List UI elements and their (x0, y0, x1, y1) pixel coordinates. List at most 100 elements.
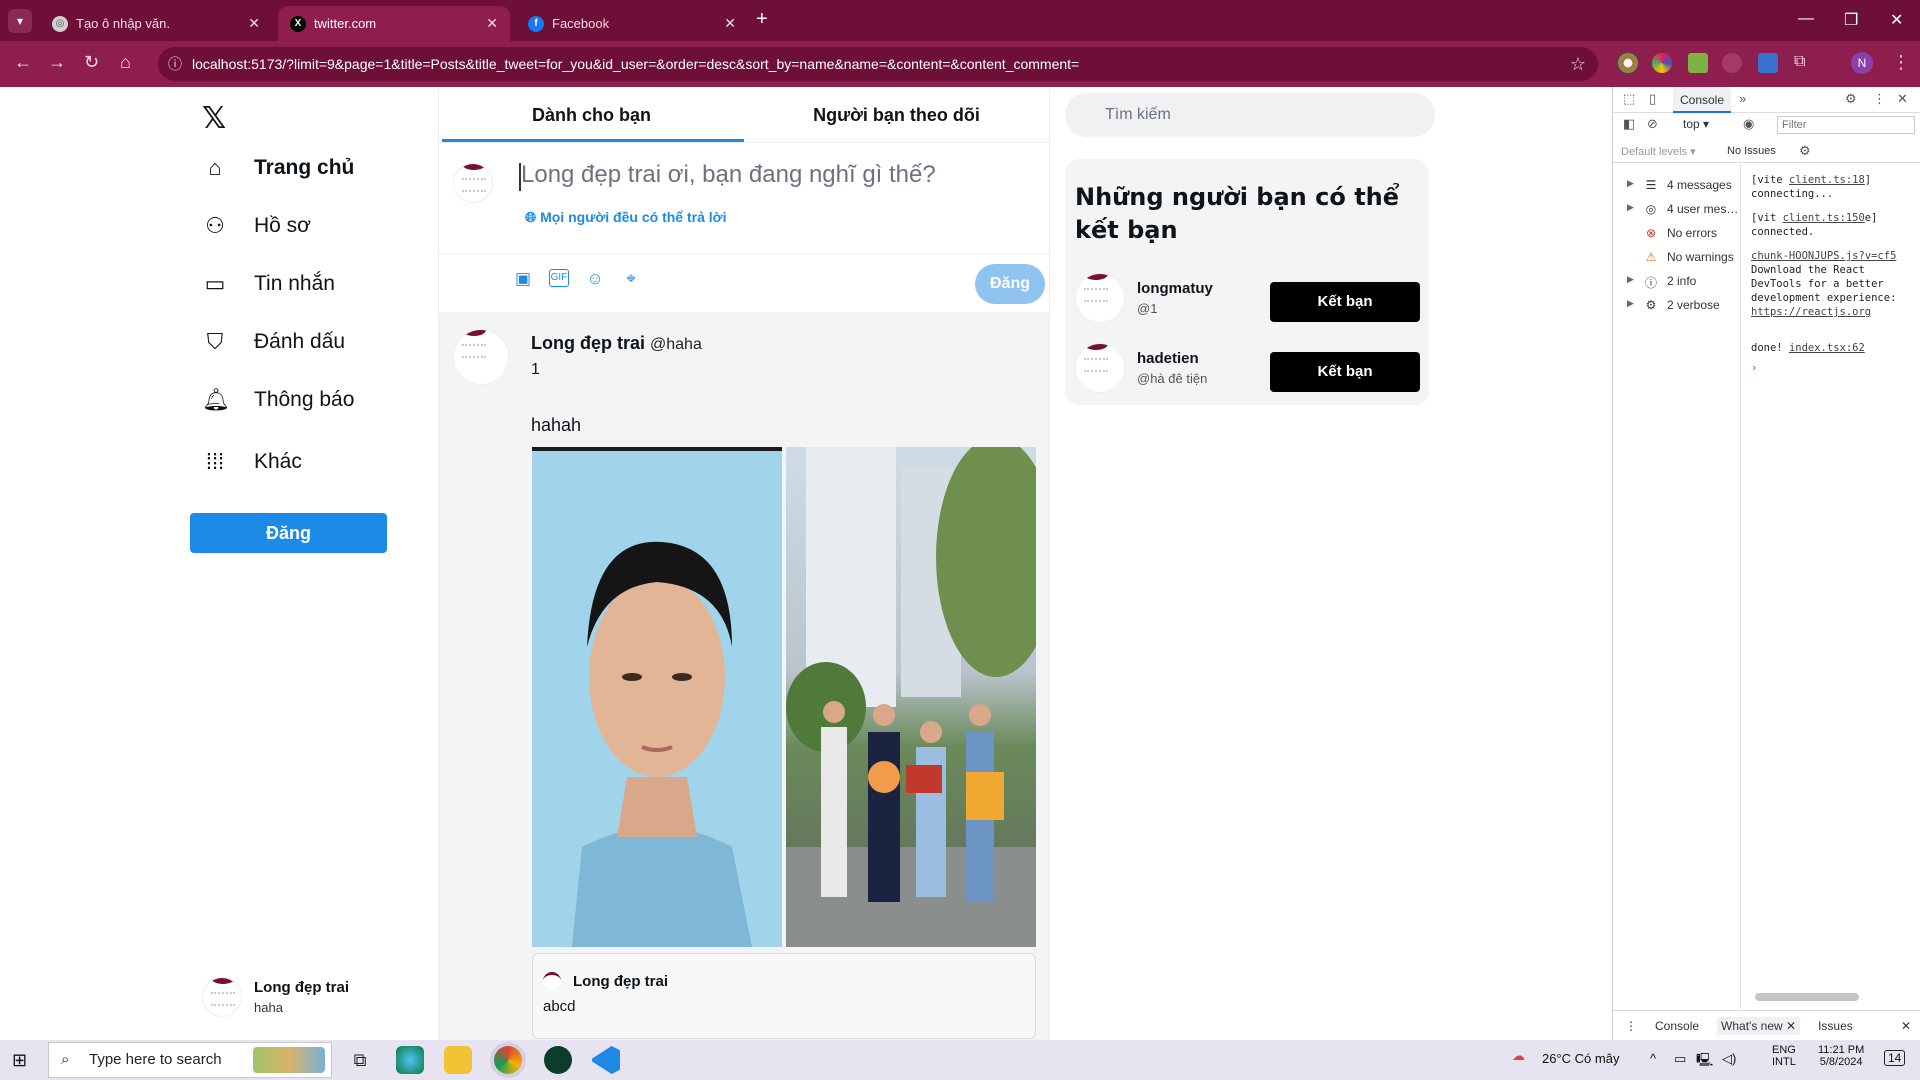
sidebar-item-notifications[interactable]: 🔔︎ Thông báo (202, 387, 354, 413)
minimize-icon[interactable]: — (1798, 10, 1814, 28)
vscode-icon[interactable] (592, 1046, 620, 1074)
extensions-puzzle-icon[interactable]: ⧉ (1794, 53, 1814, 73)
source-link[interactable]: client.ts:18 (1789, 174, 1865, 186)
file-explorer-icon[interactable] (444, 1046, 472, 1074)
mongodb-compass-icon[interactable] (544, 1046, 572, 1074)
location-icon[interactable]: ⌖ (621, 269, 641, 289)
context-select[interactable]: top ▾ (1683, 117, 1709, 131)
sidebar-toggle-icon[interactable]: ◧ (1623, 116, 1635, 132)
eye-icon[interactable]: ◉ (1743, 116, 1754, 132)
drawer-tab-whats-new[interactable]: What's new ✕ (1717, 1016, 1801, 1035)
sidebar-item-messages[interactable]: ▭ Tin nhắn (202, 271, 335, 297)
inspect-icon[interactable]: ⬚ (1623, 91, 1635, 107)
tray-chevron-icon[interactable]: ^ (1650, 1051, 1656, 1066)
taskbar-search-input[interactable]: ⌕ Type here to search (48, 1042, 332, 1078)
close-icon[interactable]: ✕ (486, 15, 498, 32)
emoji-icon[interactable]: ☺ (585, 269, 605, 289)
group-verbose[interactable]: ▶ ⚙ 2 verbose (1627, 298, 1720, 312)
search-input[interactable]: Tìm kiếm (1065, 93, 1435, 137)
log-levels-select[interactable]: Default levels ▾ (1621, 145, 1696, 158)
windows-start-icon[interactable]: ⊞ (12, 1050, 27, 1071)
tweet-card[interactable]: Long đẹp trai @haha 1 hahah Long đẹp tra… (439, 313, 1049, 1040)
group-user-messages[interactable]: ▶ ◎ 4 user mes… (1627, 202, 1738, 216)
clear-console-icon[interactable]: ⊘ (1647, 116, 1658, 132)
console-settings-icon[interactable]: ⚙ (1799, 143, 1811, 159)
drawer-menu-icon[interactable]: ⋮ (1625, 1019, 1637, 1033)
back-icon[interactable]: ← (14, 52, 32, 73)
new-tab-icon[interactable]: + (756, 8, 768, 31)
post-button[interactable]: Đăng (190, 513, 387, 553)
input-language[interactable]: ENG INTL (1772, 1044, 1796, 1068)
task-view-icon[interactable]: ⧉ (346, 1046, 374, 1074)
source-link[interactable]: chunk-HOONJUPS.js?v=cf5 (1751, 249, 1911, 263)
kebab-menu-icon[interactable]: ⋮ (1873, 91, 1886, 107)
close-devtools-icon[interactable]: ✕ (1897, 91, 1908, 107)
tab-facebook[interactable]: f Facebook ✕ (516, 6, 748, 41)
sidebar-item-bookmarks[interactable]: ⛉ Đánh dấu (202, 329, 345, 355)
weather-text[interactable]: 26°C Có mây (1542, 1051, 1619, 1066)
avatar[interactable] (453, 329, 509, 385)
tab-search-icon[interactable]: ▾ (8, 9, 32, 33)
suggestion-row[interactable]: hadetien @hà đê tiện (1075, 343, 1207, 393)
gif-icon[interactable]: GIF (549, 269, 569, 287)
home-browser-icon[interactable]: ⌂ (120, 52, 131, 73)
filter-input[interactable] (1777, 116, 1915, 134)
sidebar-item-home[interactable]: ⌂ Trang chủ (202, 155, 354, 181)
compose-input[interactable]: Long đẹp trai ơi, bạn đang nghĩ gì thế? (521, 161, 936, 189)
group-messages[interactable]: ▶ ☰ 4 messages (1627, 178, 1732, 192)
x-logo-icon[interactable]: 𝕏 (202, 101, 226, 136)
volume-icon[interactable]: ◁) (1722, 1051, 1736, 1067)
close-icon[interactable]: ✕ (248, 15, 260, 32)
scrollbar-thumb[interactable] (1755, 993, 1859, 1001)
network-icon[interactable]: 🖳︎ (1696, 1051, 1713, 1073)
forward-icon[interactable]: → (48, 52, 66, 73)
more-tabs-icon[interactable]: » (1739, 91, 1746, 106)
chrome-icon[interactable] (494, 1046, 522, 1074)
close-drawer-icon[interactable]: ✕ (1901, 1019, 1911, 1033)
profile-avatar[interactable]: N (1851, 52, 1873, 74)
reply-setting[interactable]: 🌐︎ Mọi người đều có thể trả lời (525, 209, 726, 226)
settings-gear-icon[interactable]: ⚙ (1845, 91, 1857, 107)
close-window-icon[interactable]: ✕ (1890, 10, 1903, 30)
source-link[interactable]: https://reactjs.org (1751, 306, 1871, 318)
tab-for-you[interactable]: Dành cho bạn (439, 87, 744, 142)
tweet-author[interactable]: Long đẹp trai (531, 333, 645, 353)
console-prompt-icon[interactable]: › (1751, 361, 1911, 375)
restore-icon[interactable]: ❐ (1844, 10, 1858, 30)
sidebar-item-more[interactable]: ⁞⁞⁞ Khác (202, 449, 302, 475)
group-info[interactable]: ▶ ⓘ 2 info (1627, 274, 1696, 291)
site-info-icon[interactable]: ⓘ (168, 47, 182, 81)
browser-menu-icon[interactable]: ⋮ (1892, 52, 1910, 73)
address-bar[interactable]: ⓘ localhost:5173/?limit=9&page=1&title=P… (158, 47, 1598, 81)
image-icon[interactable]: ▣ (513, 269, 533, 289)
extension-color-icon[interactable] (1618, 53, 1638, 73)
clock[interactable]: 11:21 PM 5/8/2024 (1818, 1044, 1864, 1068)
tweet-photo-graduation[interactable] (786, 447, 1036, 947)
tab-following[interactable]: Người bạn theo dõi (744, 87, 1049, 142)
meet-icon[interactable]: ▭ (1674, 1051, 1686, 1067)
issues-counter[interactable]: No Issues (1727, 145, 1776, 157)
extension-palette-icon[interactable] (1652, 53, 1672, 73)
close-icon[interactable]: ✕ (724, 15, 736, 32)
extension-tools-icon[interactable] (1688, 53, 1708, 73)
tweet-photo-portrait[interactable] (532, 447, 782, 947)
drawer-tab-issues[interactable]: Issues (1818, 1019, 1853, 1033)
extension-gear-icon[interactable] (1722, 53, 1742, 73)
tab-console[interactable]: Console (1673, 87, 1731, 113)
device-toolbar-icon[interactable]: ▯ (1649, 91, 1656, 107)
source-link[interactable]: client.ts:150 (1783, 212, 1865, 224)
notification-center-icon[interactable]: 14 (1884, 1050, 1906, 1066)
source-link[interactable]: index.tsx:62 (1789, 342, 1865, 354)
bookmark-star-icon[interactable]: ☆ (1570, 47, 1586, 81)
add-friend-button[interactable]: Kết bạn (1270, 282, 1420, 322)
suggestion-row[interactable]: longmatuy @1 (1075, 273, 1213, 323)
sidebar-item-profile[interactable]: ⚇ Hồ sơ (202, 213, 311, 239)
tab-twitter[interactable]: X twitter.com ✕ (278, 6, 510, 41)
edge-icon[interactable] (396, 1046, 424, 1074)
submit-post-button[interactable]: Đăng (975, 264, 1045, 304)
account-switcher[interactable]: Long đẹp trai haha (202, 977, 349, 1017)
group-errors[interactable]: ⊗ No errors (1627, 226, 1717, 240)
reload-icon[interactable]: ↻ (84, 52, 99, 73)
horizontal-scrollbar[interactable] (1745, 991, 1915, 1003)
translate-icon[interactable] (1758, 53, 1778, 73)
